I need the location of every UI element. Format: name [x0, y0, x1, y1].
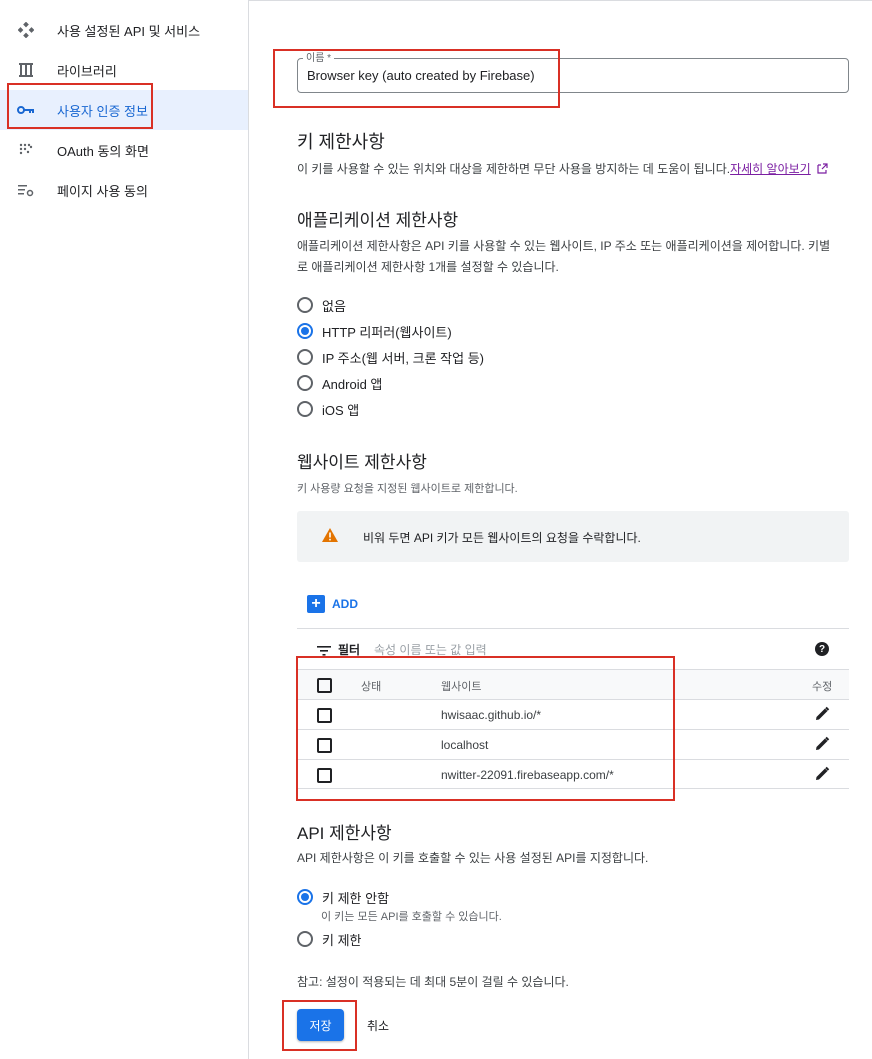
radio-button[interactable]: [297, 931, 313, 947]
radio-label: Android 앱: [322, 376, 383, 392]
api-diamond-icon: [17, 21, 35, 39]
app-restrictions-desc-1: 애플리케이션 제한사항은 API 키를 사용할 수 있는 웹사이트, IP 주소…: [297, 239, 831, 253]
add-label: ADD: [332, 597, 358, 611]
website-cell: nwitter-22091.firebaseapp.com/*: [441, 768, 614, 782]
sidebar-item-label: 사용 설정된 API 및 서비스: [57, 23, 201, 39]
radio-button[interactable]: [297, 375, 313, 391]
app-restrictions-desc-2: 로 애플리케이션 제한사항 1개를 설정할 수 있습니다.: [297, 260, 559, 274]
key-restrictions-desc: 이 키를 사용할 수 있는 위치와 대상을 제한하면 무단 사용을 방지하는 데…: [297, 159, 828, 180]
filter-icon: [317, 643, 331, 661]
table-row: localhost: [297, 729, 849, 759]
sidebar-item-oauth[interactable]: OAuth 동의 화면: [0, 130, 248, 170]
library-icon: [17, 61, 35, 79]
name-input[interactable]: Browser key (auto created by Firebase): [297, 58, 849, 93]
api-option-1-sub: 이 키는 모든 API를 호출할 수 있습니다.: [321, 911, 502, 923]
warning-banner: 비워 두면 API 키가 모든 웹사이트의 요청을 수락합니다.: [297, 511, 849, 562]
table-row: hwisaac.github.io/*: [297, 699, 849, 729]
website-restrictions-title: 웹사이트 제한사항: [297, 453, 427, 472]
edit-pencil-icon[interactable]: [814, 766, 830, 785]
filter-label: 필터: [338, 643, 361, 657]
note-text: 참고: 설정이 적용되는 데 최대 5분이 걸릴 수 있습니다.: [297, 975, 569, 989]
sidebar-item-page-usage[interactable]: 페이지 사용 동의: [0, 170, 248, 210]
sidebar-item-label: 페이지 사용 동의: [57, 183, 148, 199]
cancel-button[interactable]: 취소: [367, 1017, 389, 1034]
key-restrictions-desc-text: 이 키를 사용할 수 있는 위치와 대상을 제한하면 무단 사용을 방지하는 데…: [297, 162, 731, 176]
column-edit: 수정: [812, 681, 833, 693]
name-field-label: 이름 *: [303, 49, 335, 64]
app-restrictions-title: 애플리케이션 제한사항: [297, 211, 459, 230]
row-checkbox[interactable]: [317, 768, 332, 783]
help-icon[interactable]: ?: [815, 642, 829, 656]
sidebar: 사용 설정된 API 및 서비스 라이브러리 사용자 인증 정보 OAuth 동…: [0, 0, 249, 1059]
radio-label: 키 제한: [322, 932, 362, 948]
save-button[interactable]: 저장: [297, 1009, 344, 1041]
radio-label: HTTP 리퍼러(웹사이트): [322, 324, 452, 340]
website-cell: localhost: [441, 738, 489, 752]
row-checkbox[interactable]: [317, 708, 332, 723]
plus-icon: +: [307, 595, 325, 613]
sidebar-item-label: OAuth 동의 화면: [57, 143, 149, 159]
table-row: nwitter-22091.firebaseapp.com/*: [297, 759, 849, 789]
radio-label: iOS 앱: [322, 402, 360, 418]
api-restrictions-desc: API 제한사항은 이 키를 호출할 수 있는 사용 설정된 API를 지정합니…: [297, 851, 649, 865]
radio-label: IP 주소(웹 서버, 크론 작업 등): [322, 350, 484, 366]
radio-api-restricted[interactable]: 키 제한: [297, 930, 362, 948]
key-restrictions-title: 키 제한사항: [297, 132, 385, 152]
radio-app-none[interactable]: 없음: [297, 296, 346, 314]
sidebar-item-label: 라이브러리: [57, 63, 117, 79]
table-header-row: 상태 웹사이트 수정: [297, 669, 849, 699]
radio-app-ios[interactable]: iOS 앱: [297, 400, 359, 418]
website-cell: hwisaac.github.io/*: [441, 708, 542, 722]
key-icon: [17, 101, 35, 119]
radio-api-unrestricted[interactable]: 키 제한 안함: [297, 888, 389, 906]
column-website: 웹사이트: [441, 681, 482, 693]
radio-label: 없음: [322, 298, 346, 314]
learn-more-link[interactable]: 자세히 알아보기: [730, 162, 811, 176]
website-restrictions-desc: 키 사용량 요청을 지정된 웹사이트로 제한합니다.: [297, 483, 518, 495]
sidebar-item-credentials[interactable]: 사용자 인증 정보: [0, 90, 248, 130]
radio-button[interactable]: [297, 401, 313, 417]
warning-text: 비워 두면 API 키가 모든 웹사이트의 요청을 수락합니다.: [363, 531, 641, 545]
radio-button-selected[interactable]: [297, 323, 313, 339]
add-website-button[interactable]: + ADD: [307, 594, 358, 614]
column-status: 상태: [361, 681, 382, 693]
radio-button[interactable]: [297, 297, 313, 313]
sidebar-item-label: 사용자 인증 정보: [57, 103, 148, 119]
filter-bar: 필터 속성 이름 또는 값 입력 ?: [297, 628, 849, 669]
settings-list-icon: [17, 181, 35, 199]
edit-pencil-icon[interactable]: [814, 736, 830, 755]
row-checkbox[interactable]: [317, 738, 332, 753]
radio-app-android[interactable]: Android 앱: [297, 374, 382, 392]
edit-pencil-icon[interactable]: [814, 706, 830, 725]
radio-button[interactable]: [297, 349, 313, 365]
websites-table: 상태 웹사이트 수정 hwisaac.github.io/* localhost…: [297, 669, 849, 789]
select-all-checkbox[interactable]: [317, 678, 332, 693]
top-divider: [249, 0, 872, 1]
api-restrictions-title: API 제한사항: [297, 824, 392, 843]
warning-icon: [322, 528, 338, 545]
oauth-dots-icon: [17, 141, 35, 159]
radio-app-http-referrer[interactable]: HTTP 리퍼러(웹사이트): [297, 322, 452, 340]
radio-button-selected[interactable]: [297, 889, 313, 905]
radio-app-ip[interactable]: IP 주소(웹 서버, 크론 작업 등): [297, 348, 484, 366]
filter-input[interactable]: 속성 이름 또는 값 입력: [374, 641, 487, 658]
radio-label: 키 제한 안함: [322, 890, 390, 906]
sidebar-item-enabled-apis[interactable]: 사용 설정된 API 및 서비스: [0, 10, 248, 50]
external-link-icon: [817, 163, 828, 174]
sidebar-item-library[interactable]: 라이브러리: [0, 50, 248, 90]
